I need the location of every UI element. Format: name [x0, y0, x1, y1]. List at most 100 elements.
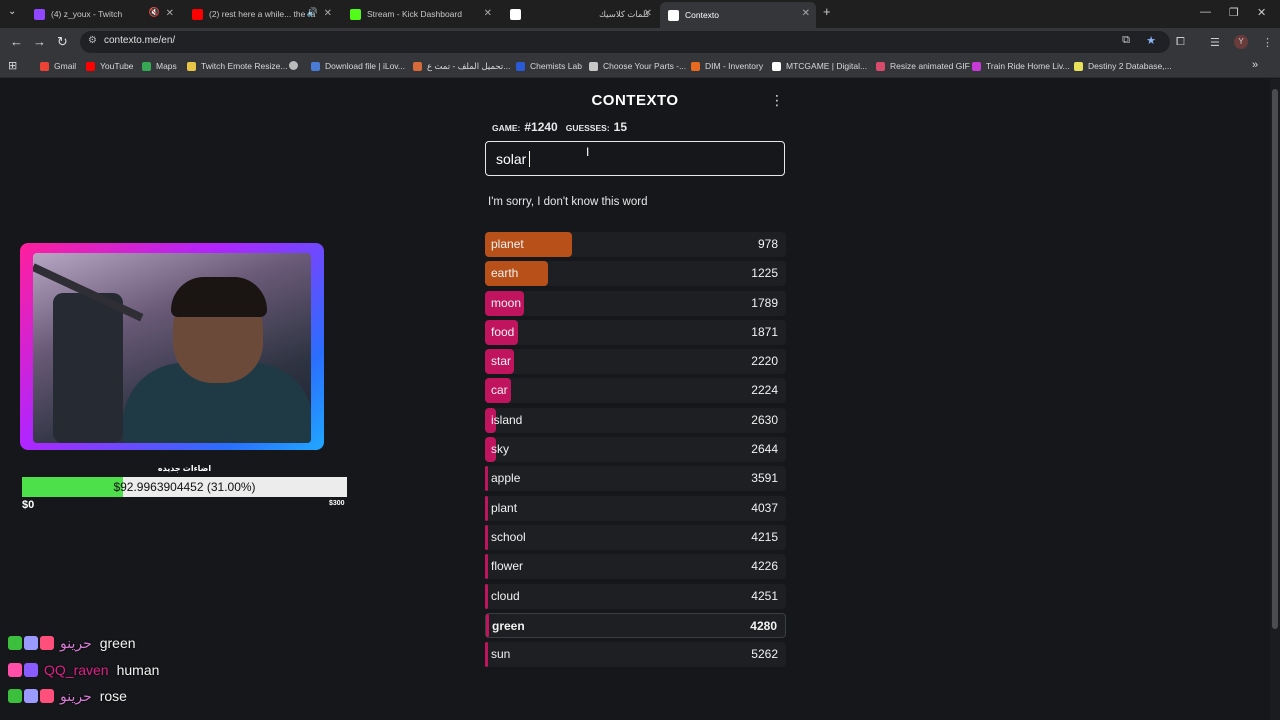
- guess-distance: 4280: [750, 618, 777, 633]
- bookmark-dim[interactable]: DIM - Inventory: [691, 61, 763, 71]
- tab-search-chevron-icon[interactable]: ⌄: [8, 6, 16, 17]
- tab-twitch[interactable]: (4) z_youx - Twitch 🔇 ✕: [26, 4, 180, 24]
- chat-username: QQ_raven: [44, 661, 109, 678]
- back-icon[interactable]: ←: [10, 34, 23, 49]
- tab-arabic-words[interactable]: كلمات كلاسيك ✕: [502, 4, 658, 24]
- chat-username: حرينو: [60, 687, 92, 704]
- webcam-feed: [33, 253, 311, 443]
- close-tab-icon[interactable]: ✕: [802, 8, 810, 19]
- bookmark-label: Twitch Emote Resize...: [201, 61, 288, 71]
- guess-word: planet: [491, 237, 524, 251]
- bookmark-pcpartpicker[interactable]: Choose Your Parts -...: [589, 61, 686, 71]
- close-tab-icon[interactable]: ✕: [324, 8, 332, 19]
- gmail-icon: [40, 61, 49, 71]
- speaker-icon[interactable]: 🔊: [307, 7, 318, 18]
- scrollbar-thumb[interactable]: [1272, 89, 1278, 629]
- guess-row: cloud 4251: [485, 583, 786, 609]
- site-info-icon[interactable]: ⚙: [88, 35, 97, 46]
- bookmark-arabic-download[interactable]: تحميل الملف - تمت ع...: [413, 61, 510, 72]
- maps-icon: [142, 61, 151, 71]
- donation-goal-bar: $92.9963904452 (31.00%): [22, 477, 347, 497]
- bookmark-destiny[interactable]: Destiny 2 Database,...: [1074, 61, 1172, 71]
- guess-word: apple: [491, 471, 521, 486]
- chat-message: QQ_raven human: [8, 657, 159, 684]
- close-window-icon[interactable]: ✕: [1257, 6, 1266, 19]
- guess-word: star: [491, 354, 512, 369]
- address-bar[interactable]: ⚙ contexto.me/en/ ⧉ ★: [80, 31, 1170, 53]
- tab-label: (2) rest here a while... the ra: [209, 9, 316, 19]
- profile-avatar[interactable]: Y: [1234, 35, 1248, 49]
- guess-distance: 2224: [751, 383, 778, 398]
- tab-youtube[interactable]: (2) rest here a while... the ra 🔊 ✕: [184, 4, 338, 24]
- forward-icon[interactable]: →: [33, 34, 46, 49]
- emote-icon: [187, 61, 196, 71]
- bookmark-ilovepdf[interactable]: Download file | iLov...: [311, 61, 405, 71]
- guess-closeness-bar: [485, 466, 488, 492]
- guess-row: planet 978: [485, 232, 786, 257]
- contexto-logo[interactable]: CONTEXTO: [560, 92, 710, 109]
- goal-min: $0: [22, 499, 35, 511]
- streamer-hair: [171, 277, 267, 317]
- tab-label: كلمات كلاسيك: [599, 8, 650, 19]
- new-tab-icon[interactable]: +: [823, 4, 831, 19]
- muted-speaker-icon[interactable]: 🔇: [149, 7, 160, 18]
- bookmark-globe[interactable]: [289, 61, 303, 70]
- guess-row: food 1871: [485, 319, 786, 345]
- train-icon: [972, 61, 981, 71]
- close-tab-icon[interactable]: ✕: [484, 8, 492, 19]
- flask-icon: [516, 61, 525, 71]
- bookmark-gmail[interactable]: Gmail: [40, 61, 76, 71]
- bookmark-maps[interactable]: Maps: [142, 61, 177, 71]
- globe-icon: [289, 61, 298, 70]
- bookmark-star-icon[interactable]: ★: [1146, 34, 1156, 47]
- guess-distance: 1871: [751, 324, 778, 339]
- guess-row: car 2224: [485, 378, 786, 404]
- apps-grid-icon[interactable]: ⊞: [8, 59, 17, 72]
- guess-distance: 4215: [751, 529, 778, 544]
- more-menu-icon[interactable]: ⋮: [1262, 36, 1273, 49]
- guess-word: island: [491, 412, 523, 427]
- restore-icon[interactable]: ❐: [1229, 6, 1239, 19]
- bookmark-label: Resize animated GIF: [890, 61, 970, 71]
- mtcgame-icon: [772, 61, 781, 71]
- bookmark-chemists-lab[interactable]: Chemists Lab: [516, 61, 582, 71]
- close-tab-icon[interactable]: ✕: [166, 8, 174, 19]
- bookmark-label: Download file | iLov...: [325, 61, 406, 71]
- more-bookmarks-icon[interactable]: »: [1252, 59, 1258, 71]
- close-tab-icon[interactable]: ✕: [644, 8, 652, 19]
- guess-row: sky 2644: [485, 437, 786, 463]
- bookmark-label: Destiny 2 Database,...: [1088, 61, 1172, 71]
- guess-word: cloud: [491, 588, 520, 603]
- bookmark-mtcgame[interactable]: MTCGAME | Digital...: [772, 61, 867, 71]
- minimize-icon[interactable]: —: [1200, 6, 1211, 18]
- guess-row: flower 4226: [485, 554, 786, 580]
- game-menu-icon[interactable]: ⋮: [770, 92, 784, 109]
- guess-word: car: [491, 383, 508, 398]
- bookmark-resize-gif[interactable]: Resize animated GIF: [876, 61, 970, 71]
- text-caret: [529, 151, 530, 167]
- bookmark-label: تحميل الملف - تمت ع...: [427, 61, 511, 71]
- install-app-icon[interactable]: ⧉: [1122, 34, 1130, 47]
- guess-distance: 978: [757, 237, 778, 251]
- guess-row: school 4215: [485, 524, 786, 550]
- guess-input[interactable]: [485, 141, 785, 176]
- guess-row: green 4280: [485, 612, 786, 638]
- media-controls-icon[interactable]: ☰: [1210, 36, 1220, 49]
- bookmark-twitch-emote[interactable]: Twitch Emote Resize...: [187, 61, 287, 71]
- bookmark-youtube[interactable]: YouTube: [86, 61, 133, 71]
- guess-closeness-bar: [485, 554, 488, 580]
- extensions-icon[interactable]: ⧠: [1176, 36, 1185, 49]
- contexto-icon: [668, 9, 679, 21]
- reload-icon[interactable]: ↻: [57, 34, 68, 50]
- tab-kick-dashboard[interactable]: Stream - Kick Dashboard ✕: [342, 4, 498, 24]
- guess-distance: 4251: [751, 588, 778, 603]
- bookmark-train-ride[interactable]: Train Ride Home Liv...: [972, 61, 1070, 71]
- page-scrollbar[interactable]: [1270, 79, 1280, 720]
- bookmark-label: Maps: [156, 61, 177, 71]
- guess-row: plant 4037: [485, 495, 786, 521]
- guess-word: earth: [491, 266, 519, 281]
- guess-row: island 2630: [485, 407, 786, 433]
- unknown-word-message: I'm sorry, I don't know this word: [488, 196, 648, 208]
- game-label: GAME:: [492, 123, 521, 133]
- tab-contexto[interactable]: Contexto ✕: [660, 2, 816, 28]
